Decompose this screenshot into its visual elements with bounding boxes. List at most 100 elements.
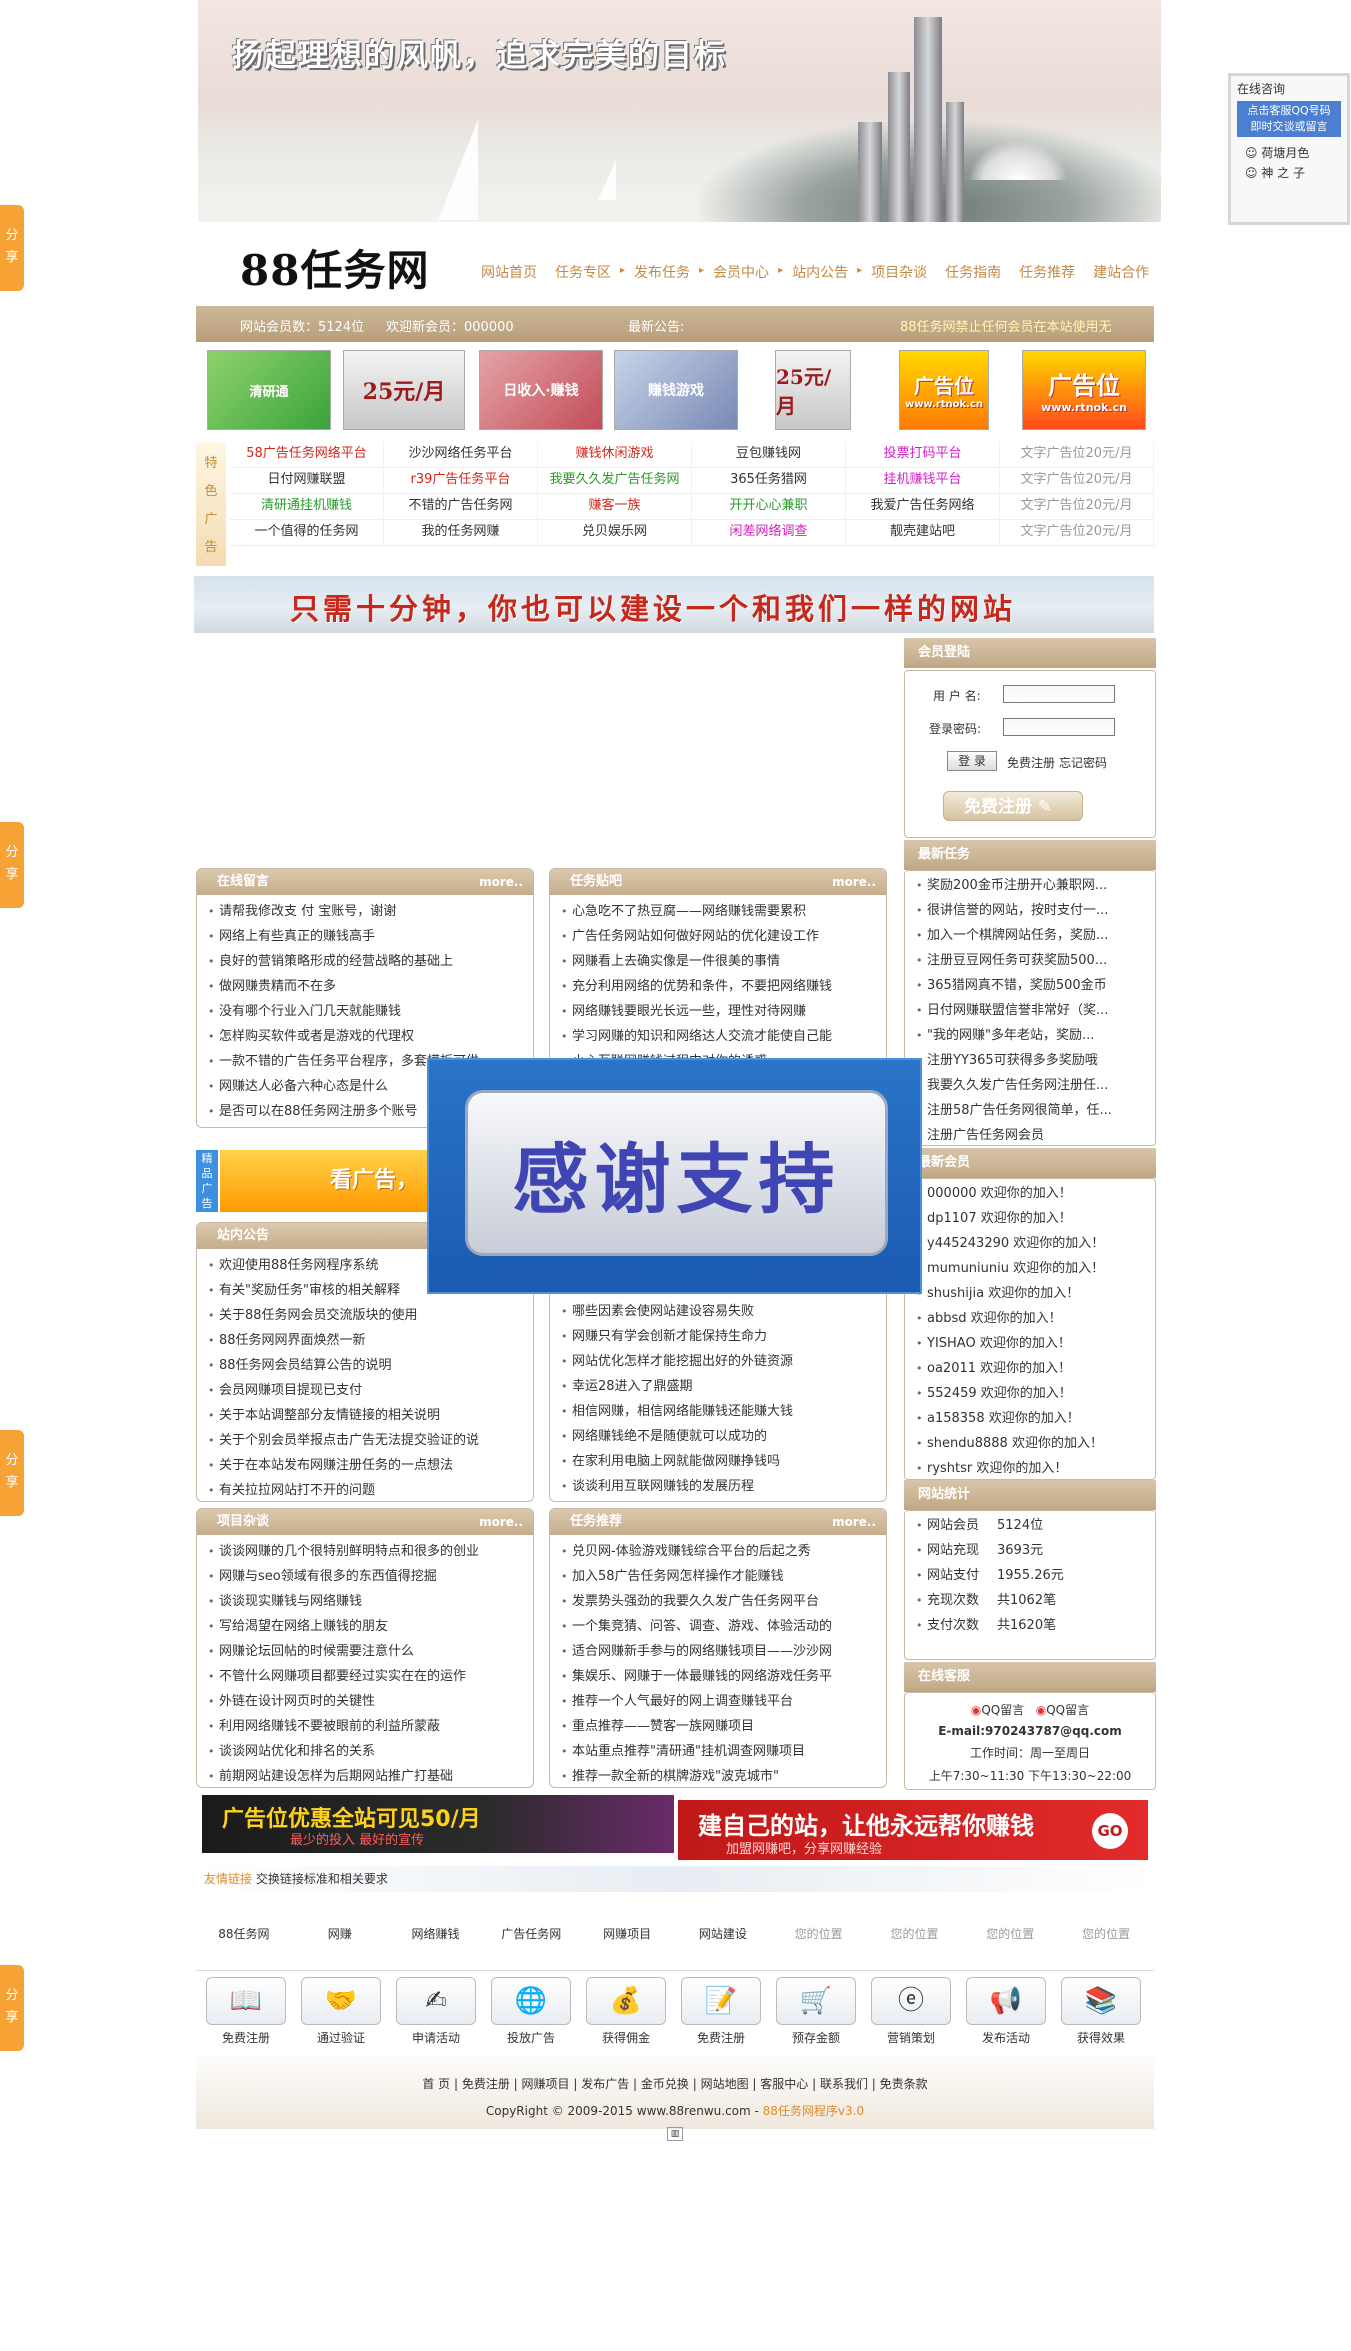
text-ad-link[interactable]: 沙沙网络任务平台 bbox=[384, 442, 538, 468]
post-item[interactable]: 相信网赚，相信网络能赚钱还能赚大钱 bbox=[558, 1399, 886, 1424]
project-item[interactable]: 写给渴望在网络上赚钱的朋友 bbox=[205, 1614, 533, 1639]
text-ad-link[interactable]: 不错的广告任务网 bbox=[384, 494, 538, 520]
task-item[interactable]: 365猎网真不错，奖励500金币 bbox=[913, 973, 1155, 998]
recommend-item[interactable]: 集娱乐、网赚于一体最赚钱的网络游戏任务平 bbox=[558, 1664, 886, 1689]
member-name[interactable]: YISHAO bbox=[927, 1336, 980, 1351]
build-site-banner[interactable]: 只需十分钟，你也可以建设一个和我们一样的网站 bbox=[194, 576, 1154, 633]
latest-notice-text[interactable]: 88任务网禁止任何会员在本站使用无 bbox=[900, 316, 1112, 335]
post-item[interactable]: 幸运28进入了鼎盛期 bbox=[558, 1374, 886, 1399]
post-item[interactable]: 学习网赚的知识和网络达人交流才能使自己能 bbox=[558, 1024, 886, 1049]
recommend-item[interactable]: 推荐一款全新的棋牌游戏"波克城市" bbox=[558, 1764, 886, 1787]
qq-contact-2[interactable]: ☺ 神 之 子 bbox=[1245, 163, 1333, 183]
notice-item[interactable]: 关于个别会员举报点击广告无法提交验证的说 bbox=[205, 1428, 533, 1453]
project-item[interactable]: 谈谈网站优化和排名的关系 bbox=[205, 1739, 533, 1764]
footer-link[interactable]: 首 页 bbox=[422, 2077, 450, 2091]
member-name[interactable]: mumuniuniu bbox=[927, 1261, 1013, 1276]
nav-partner[interactable]: 建站合作 bbox=[1084, 262, 1158, 284]
friend-link[interactable]: 您的位置 bbox=[867, 1925, 963, 1942]
text-ad-link[interactable]: 文字广告位20元/月 bbox=[1000, 520, 1154, 546]
share-tab-1[interactable]: 分享 bbox=[0, 205, 24, 291]
recommend-item[interactable]: 适合网赚新手参与的网络赚钱项目——沙沙网 bbox=[558, 1639, 886, 1664]
qq-message-link[interactable]: ◉QQ留言 bbox=[971, 1703, 1024, 1717]
task-item[interactable]: 注册YY365可获得多多奖励哦 bbox=[913, 1048, 1155, 1073]
friend-link[interactable]: 您的位置 bbox=[962, 1925, 1058, 1942]
post-item[interactable]: 哪些因素会使网站建设容易失败 bbox=[558, 1299, 886, 1324]
image-ad-3[interactable]: 日收入·赚钱 bbox=[479, 350, 603, 430]
nav-member[interactable]: 会员中心 bbox=[704, 262, 778, 284]
task-item[interactable]: 日付网赚联盟信誉非常好（奖... bbox=[913, 998, 1155, 1023]
project-item[interactable]: 不管什么网赚项目都要经过实实在在的运作 bbox=[205, 1664, 533, 1689]
member-name[interactable]: oa2011 bbox=[927, 1361, 980, 1376]
project-item[interactable]: 谈谈网赚的几个很特别鲜明特点和很多的创业 bbox=[205, 1539, 533, 1564]
footer-link[interactable]: 联系我们 bbox=[820, 2077, 868, 2091]
text-ad-link[interactable]: 我的任务网赚 bbox=[384, 520, 538, 546]
text-ad-link[interactable]: 兑贝娱乐网 bbox=[538, 520, 692, 546]
member-name[interactable]: a158358 bbox=[927, 1411, 989, 1426]
more-link[interactable]: more.. bbox=[832, 869, 876, 895]
task-item[interactable]: 我要久久发广告任务网注册任... bbox=[913, 1073, 1155, 1098]
task-item[interactable]: "我的网赚"多年老站，奖励... bbox=[913, 1023, 1155, 1048]
image-ad-1[interactable]: 清研通 bbox=[207, 350, 331, 430]
notice-item[interactable]: 88任务网会员结算公告的说明 bbox=[205, 1353, 533, 1378]
text-ad-link[interactable]: 挂机赚钱平台 bbox=[846, 468, 1000, 494]
friend-link[interactable]: 88任务网 bbox=[196, 1925, 292, 1942]
feature-7[interactable]: 🛒 预存金额 bbox=[773, 1977, 859, 2051]
member-name[interactable]: shushijia bbox=[927, 1286, 988, 1301]
register-link[interactable]: 免费注册 bbox=[1007, 754, 1055, 771]
post-item[interactable]: 网络赚钱要眼光长远一些，理性对待网赚 bbox=[558, 999, 886, 1024]
friend-link[interactable]: 广告任务网 bbox=[483, 1925, 579, 1942]
share-tab-2[interactable]: 分享 bbox=[0, 822, 24, 908]
text-ad-link[interactable]: 一个值得的任务网 bbox=[230, 520, 384, 546]
nav-guide[interactable]: 任务指南 bbox=[936, 262, 1010, 284]
friend-link[interactable]: 您的位置 bbox=[1058, 1925, 1154, 1942]
notice-item[interactable]: 有关拉拉网站打不开的问题 bbox=[205, 1478, 533, 1501]
footer-link[interactable]: 免费注册 bbox=[462, 2077, 510, 2091]
text-ad-link[interactable]: 投票打码平台 bbox=[846, 442, 1000, 468]
footer-link[interactable]: 客服中心 bbox=[760, 2077, 808, 2091]
link-exchange-note[interactable]: 交换链接标准和相关要求 bbox=[256, 1872, 388, 1886]
password-input[interactable] bbox=[1003, 718, 1115, 736]
footer-link[interactable]: 网赚项目 bbox=[522, 2077, 570, 2091]
message-item[interactable]: 做网赚贵精而不在多 bbox=[205, 974, 533, 999]
feature-1[interactable]: 📖 免费注册 bbox=[203, 1977, 289, 2051]
feature-5[interactable]: 💰 获得佣金 bbox=[583, 1977, 669, 2051]
member-name[interactable]: 552459 bbox=[927, 1386, 981, 1401]
notice-item[interactable]: 会员网赚项目提现已支付 bbox=[205, 1378, 533, 1403]
nav-recommend[interactable]: 任务推荐 bbox=[1010, 262, 1084, 284]
member-name[interactable]: y445243290 bbox=[927, 1236, 1013, 1251]
username-input[interactable] bbox=[1003, 685, 1115, 703]
post-item[interactable]: 谈谈利用互联网赚钱的发展历程 bbox=[558, 1474, 886, 1499]
post-item[interactable]: 网赚只有学会创新才能保持生命力 bbox=[558, 1324, 886, 1349]
friend-link[interactable]: 您的位置 bbox=[771, 1925, 867, 1942]
recommend-item[interactable]: 本站重点推荐"清研通"挂机调查网赚项目 bbox=[558, 1739, 886, 1764]
text-ad-link[interactable]: 文字广告位20元/月 bbox=[1000, 468, 1154, 494]
post-item[interactable]: 网站优化怎样才能挖掘出好的外链资源 bbox=[558, 1349, 886, 1374]
text-ad-link[interactable]: 清研通挂机赚钱 bbox=[230, 494, 384, 520]
project-item[interactable]: 利用网络赚钱不要被眼前的利益所蒙蔽 bbox=[205, 1714, 533, 1739]
message-item[interactable]: 没有哪个行业入门几天就能赚钱 bbox=[205, 999, 533, 1024]
image-ad-5[interactable]: 25元/月 bbox=[775, 350, 851, 430]
member-name[interactable]: 000000 bbox=[927, 1186, 981, 1201]
member-name[interactable]: dp1107 bbox=[927, 1211, 981, 1226]
footer-link[interactable]: 网站地图 bbox=[701, 2077, 749, 2091]
friend-link[interactable]: 网赚 bbox=[292, 1925, 388, 1942]
share-tab-4[interactable]: 分享 bbox=[0, 1965, 24, 2051]
share-tab-3[interactable]: 分享 bbox=[0, 1430, 24, 1516]
task-item[interactable]: 注册豆豆网任务可获奖励500... bbox=[913, 948, 1155, 973]
stats-counter-icon[interactable]: ▥ bbox=[667, 2127, 683, 2141]
message-item[interactable]: 怎样购买软件或者是游戏的代理权 bbox=[205, 1024, 533, 1049]
task-item[interactable]: 奖励200金币注册开心兼职网... bbox=[913, 873, 1155, 898]
feature-6[interactable]: 📝 免费注册 bbox=[678, 1977, 764, 2051]
feature-2[interactable]: 🤝 通过验证 bbox=[298, 1977, 384, 2051]
text-ad-link[interactable]: 赚钱休闲游戏 bbox=[538, 442, 692, 468]
feature-4[interactable]: 🌐 投放广告 bbox=[488, 1977, 574, 2051]
more-link[interactable]: more.. bbox=[832, 1509, 876, 1535]
text-ad-link[interactable]: 文字广告位20元/月 bbox=[1000, 442, 1154, 468]
join-banner[interactable]: 建自己的站，让他永远帮你赚钱 加盟网赚吧，分享网赚经验 GO bbox=[678, 1800, 1148, 1860]
project-item[interactable]: 谈谈现实赚钱与网络赚钱 bbox=[205, 1589, 533, 1614]
recommend-item[interactable]: 重点推荐——赞客一族网赚项目 bbox=[558, 1714, 886, 1739]
recommend-item[interactable]: 一个集竞猜、问答、调查、游戏、体验活动的 bbox=[558, 1614, 886, 1639]
text-ad-link[interactable]: 闲差网络调查 bbox=[692, 520, 846, 546]
project-item[interactable]: 外链在设计网页时的关键性 bbox=[205, 1689, 533, 1714]
post-item[interactable]: 心急吃不了热豆腐——网络赚钱需要累积 bbox=[558, 899, 886, 924]
